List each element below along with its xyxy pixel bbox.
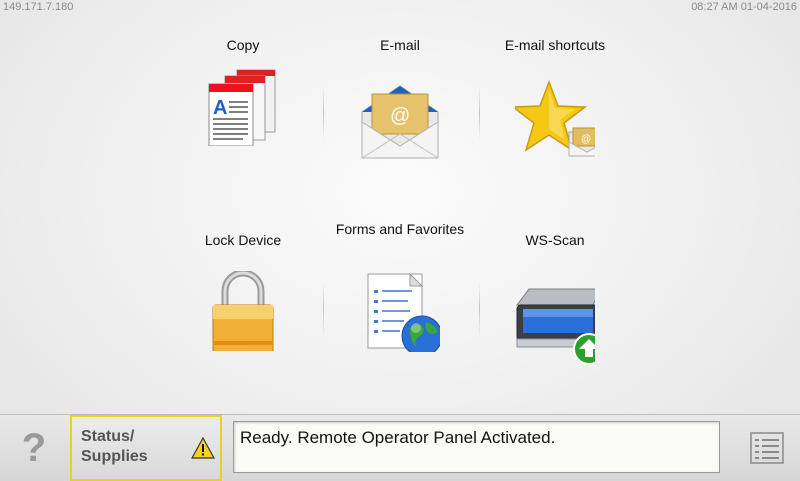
email-button[interactable]: E-mail @: [325, 30, 475, 190]
copy-button[interactable]: Copy A: [168, 30, 318, 190]
status-supplies-label: Status/ Supplies: [81, 428, 148, 465]
help-button[interactable]: ?: [0, 415, 68, 481]
copy-label: Copy: [226, 37, 260, 53]
divider: [323, 86, 324, 140]
list-menu-icon: [749, 432, 784, 464]
email-shortcuts-button[interactable]: E-mail shortcuts @: [480, 30, 630, 190]
email-shortcuts-label: E-mail shortcuts: [504, 37, 606, 53]
scanner-upload-icon: [516, 288, 595, 365]
envelope-icon: @: [361, 85, 439, 159]
svg-text:@: @: [390, 105, 410, 127]
star-envelope-icon: @: [515, 80, 595, 157]
forms-favorites-label: Forms and Favorites: [335, 221, 465, 237]
status-message: Ready. Remote Operator Panel Activated.: [240, 428, 556, 447]
top-status-bar: 149.171.7.180 08:27 AM 01-04-2016: [0, 0, 800, 14]
form-globe-icon: [367, 272, 440, 352]
svg-text:@: @: [581, 134, 591, 145]
forms-favorites-button[interactable]: Forms and Favorites: [325, 216, 475, 390]
padlock-icon: [212, 271, 274, 351]
menu-button[interactable]: [733, 415, 800, 481]
svg-text:A: A: [213, 97, 227, 119]
ws-scan-label: WS-Scan: [525, 232, 585, 248]
status-supplies-button[interactable]: Status/ Supplies: [70, 415, 222, 481]
bottom-bar: ? Status/ Supplies Ready. Remote Operato…: [0, 414, 800, 481]
ip-address: 149.171.7.180: [3, 1, 74, 13]
lock-device-label: Lock Device: [204, 232, 282, 248]
date-time: 08:27 AM 01-04-2016: [691, 1, 797, 13]
divider: [323, 282, 324, 336]
copy-documents-icon: A: [208, 69, 276, 146]
status-message-box: Ready. Remote Operator Panel Activated.: [233, 421, 720, 473]
warning-icon: [191, 437, 215, 459]
ws-scan-button[interactable]: WS-Scan: [480, 225, 630, 390]
help-icon: ?: [21, 425, 47, 470]
lock-device-button[interactable]: Lock Device: [168, 225, 318, 390]
email-label: E-mail: [380, 37, 420, 53]
